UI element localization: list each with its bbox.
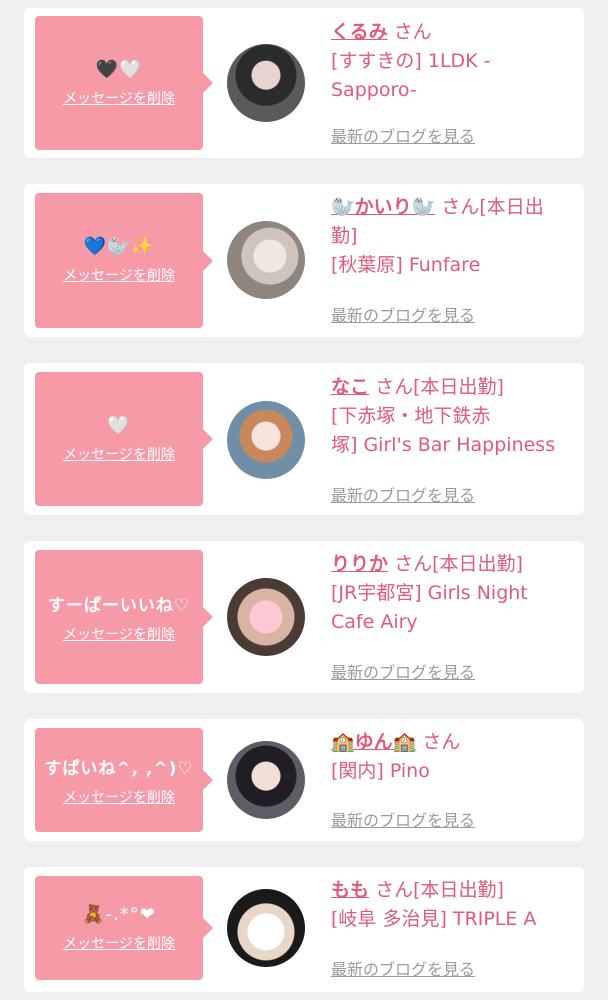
profile-name-link[interactable]: 🏫ゆん🏫 (331, 731, 416, 753)
latest-blog-link[interactable]: 最新のブログを見る (331, 482, 475, 506)
list-item: 💙🦭✨ メッセージを削除 🦭かいり🦭 さん[本日出 勤] [秋葉原] Funfa… (24, 184, 584, 337)
profile-info: 🦭かいり🦭 さん[本日出 勤] [秋葉原] Funfare (331, 193, 576, 280)
delete-message-link[interactable]: メッセージを削除 (63, 265, 175, 285)
message-bubble: 💙🦭✨ メッセージを削除 (35, 193, 213, 328)
shop-line: 塚] Girl's Bar Happiness (331, 434, 556, 456)
name-suffix: さん[本日出勤] (394, 553, 523, 575)
avatar[interactable] (227, 401, 305, 479)
latest-blog-link[interactable]: 最新のブログを見る (331, 807, 475, 831)
shop-line: Cafe Airy (331, 611, 418, 633)
latest-blog-link[interactable]: 最新のブログを見る (331, 956, 475, 980)
name-suffix: さん[本日出勤] (375, 879, 504, 901)
profile-name-link[interactable]: りりか (331, 553, 388, 575)
profile-name-link[interactable]: もも (331, 879, 369, 901)
list-item: 🤍 メッセージを削除 なこ さん[本日出勤] [下赤塚・地下鉄赤 塚] Girl… (24, 363, 584, 515)
latest-blog-link[interactable]: 最新のブログを見る (331, 302, 475, 326)
delete-message-link[interactable]: メッセージを削除 (63, 933, 175, 953)
message-text: 🤍 (107, 414, 131, 436)
name-suffix: さん[本日出 (441, 196, 544, 218)
shop-line: [下赤塚・地下鉄赤 (331, 405, 491, 427)
message-text: すぱいね^, ,^)♡ (44, 758, 194, 779)
message-bubble: 🤍 メッセージを削除 (35, 372, 213, 506)
delete-message-link[interactable]: メッセージを削除 (63, 88, 175, 108)
profile-name-link[interactable]: くるみ (331, 21, 388, 43)
message-bubble: 🖤🤍 メッセージを削除 (35, 16, 213, 150)
shop-line: 勤] (331, 225, 358, 247)
message-bubble: すぱいね^, ,^)♡ メッセージを削除 (35, 728, 213, 832)
shop-line: [関内] Pino (331, 760, 430, 782)
list-item: 🧸-.*°❤ メッセージを削除 もも さん[本日出勤] [岐阜 多治見] TRI… (24, 867, 584, 992)
profile-name-link[interactable]: 🦭かいり🦭 (331, 196, 435, 218)
name-suffix: さん (393, 21, 432, 43)
delete-message-link[interactable]: メッセージを削除 (63, 444, 175, 464)
name-suffix: さん[本日出勤] (375, 376, 504, 398)
message-bubble: 🧸-.*°❤ メッセージを削除 (35, 876, 213, 980)
profile-info: 🏫ゆん🏫 さん [関内] Pino (331, 728, 576, 786)
delete-message-link[interactable]: メッセージを削除 (63, 787, 175, 807)
message-text: すーぱーいいね♡ (47, 595, 191, 616)
profile-info: もも さん[本日出勤] [岐阜 多治見] TRIPLE A (331, 876, 576, 934)
list-item: すーぱーいいね♡ メッセージを削除 りりか さん[本日出勤] [JR宇都宮] G… (24, 541, 584, 693)
avatar[interactable] (227, 889, 305, 967)
message-text: 💙🦭✨ (83, 236, 155, 257)
shop-line: [すすきの] 1LDK - (331, 50, 491, 72)
avatar[interactable] (227, 741, 305, 819)
shop-line: Sapporo- (331, 79, 417, 101)
message-text: 🖤🤍 (95, 58, 143, 80)
list-item: 🖤🤍 メッセージを削除 くるみ さん [すすきの] 1LDK - Sapporo… (24, 8, 584, 158)
avatar[interactable] (227, 44, 305, 122)
profile-name-link[interactable]: なこ (331, 376, 369, 398)
message-list: 🖤🤍 メッセージを削除 くるみ さん [すすきの] 1LDK - Sapporo… (0, 0, 608, 1000)
list-item: すぱいね^, ,^)♡ メッセージを削除 🏫ゆん🏫 さん [関内] Pino 最… (24, 719, 584, 841)
message-bubble: すーぱーいいね♡ メッセージを削除 (35, 550, 213, 684)
shop-line: [秋葉原] Funfare (331, 254, 481, 276)
name-suffix: さん (422, 731, 461, 753)
profile-info: くるみ さん [すすきの] 1LDK - Sapporo- (331, 18, 576, 105)
latest-blog-link[interactable]: 最新のブログを見る (331, 659, 475, 683)
shop-line: [JR宇都宮] Girls Night (331, 582, 528, 604)
latest-blog-link[interactable]: 最新のブログを見る (331, 123, 475, 147)
avatar[interactable] (227, 578, 305, 656)
profile-info: なこ さん[本日出勤] [下赤塚・地下鉄赤 塚] Girl's Bar Happ… (331, 373, 576, 460)
shop-line: [岐阜 多治見] TRIPLE A (331, 908, 537, 930)
delete-message-link[interactable]: メッセージを削除 (63, 624, 175, 644)
profile-info: りりか さん[本日出勤] [JR宇都宮] Girls Night Cafe Ai… (331, 550, 576, 637)
avatar[interactable] (227, 221, 305, 299)
message-text: 🧸-.*°❤ (82, 903, 156, 925)
